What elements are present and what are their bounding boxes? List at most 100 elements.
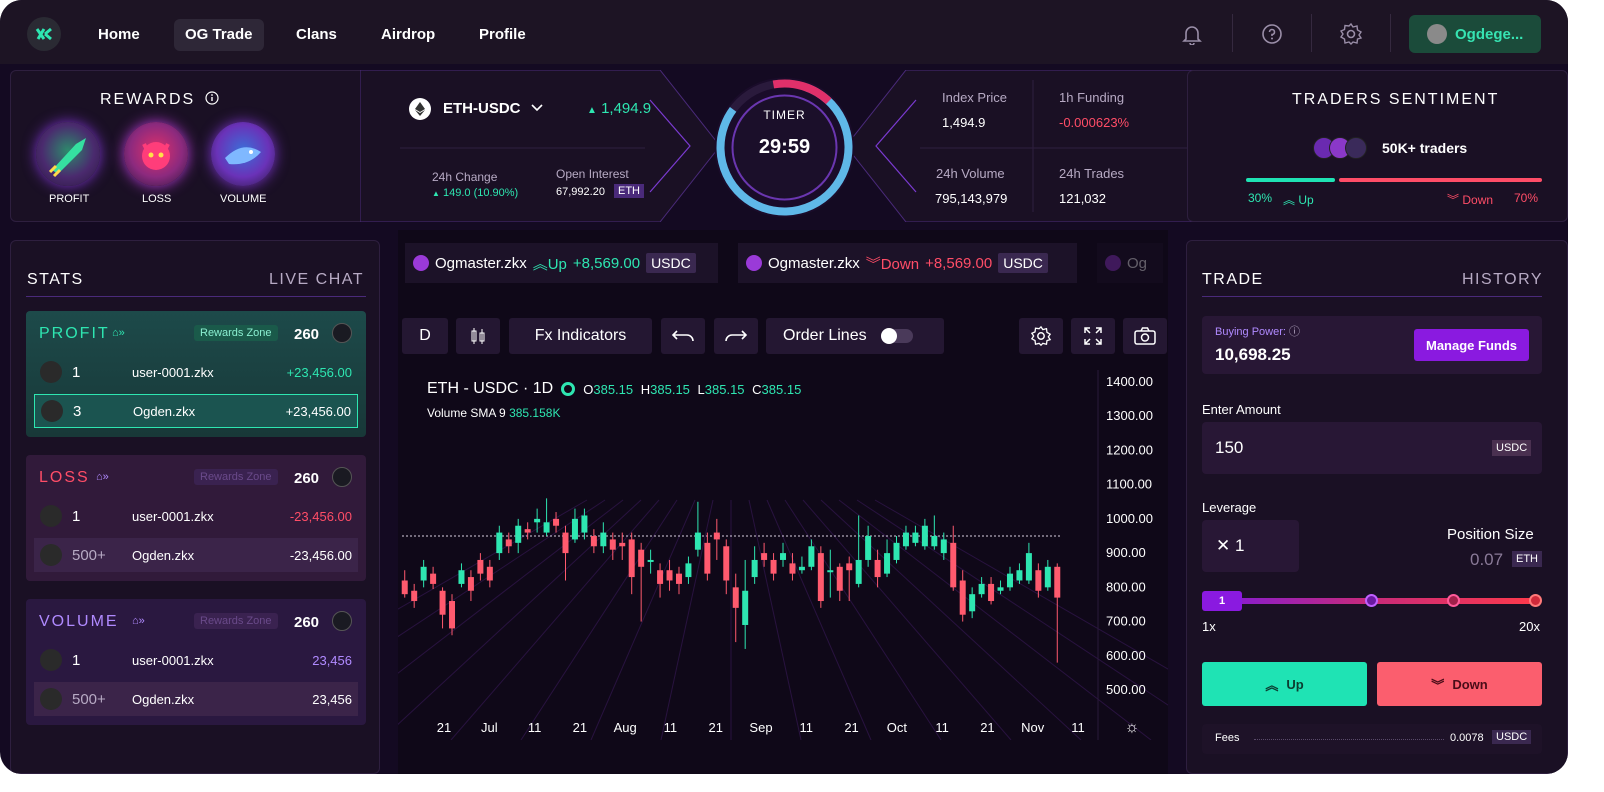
change-value: ▲ 149.0 (10.90%) [432,187,519,199]
nav-airdrop[interactable]: Airdrop [381,19,435,51]
app-logo[interactable] [27,17,61,51]
rank: 3 [73,402,82,420]
interval-button[interactable]: D [402,318,448,354]
table-row-self[interactable]: 3 Ogden.zkx +23,456.00 [34,394,358,428]
redo-icon [725,330,748,342]
traders-count: 50K+ traders [1382,140,1468,156]
ticker-user: Ogmaster.zkx [435,254,527,272]
volume-24h-value: 795,143,979 [935,191,1008,206]
candle-body [884,553,891,574]
screenshot-button[interactable] [1123,318,1167,354]
tab-live-chat[interactable]: LIVE CHAT [269,271,364,289]
x-tick-label: 11 [800,720,814,735]
down-button[interactable]: ︾ Down [1377,662,1542,706]
leverage-slider-handle[interactable]: 1 [1202,591,1242,611]
trades-24h-value: 121,032 [1059,191,1106,206]
order-lines-toggle[interactable]: Order Lines [766,318,944,354]
y-tick-label: 600.00 [1106,648,1146,663]
redo-button[interactable] [714,318,758,354]
user-account-button[interactable]: Ogdege... [1409,15,1541,53]
candlestick-chart[interactable]: 1400.00 1300.00 1200.00 1100.00 1000.00 900.0… [398,370,1168,740]
tab-stats[interactable]: STATS [27,271,84,289]
ticker-direction: ︽Up [532,255,567,273]
nav-clans[interactable]: Clans [296,19,337,51]
candle-body [808,546,815,567]
candle-body [978,583,985,595]
y-tick-label: 700.00 [1106,614,1146,629]
candle-body [874,559,881,578]
sentiment-down-bar [1339,178,1542,182]
table-row[interactable]: 1 user-0001.zkx 23,456 [34,643,358,677]
leverage-value[interactable]: ✕ 1 [1216,536,1244,556]
undo-button[interactable] [661,318,705,354]
nav-og-trade[interactable]: OG Trade [174,19,264,51]
leverage-input[interactable]: ✕ 1 [1202,520,1299,572]
candle-body [571,518,578,540]
table-row-self[interactable]: 500+ Ogden.zkx -23,456.00 [34,538,358,572]
double-chevron-down-icon: ︾ [1431,677,1445,693]
tab-history[interactable]: HISTORY [1462,271,1543,289]
candle-body [1054,566,1061,598]
user-name: Ogden.zkx [133,403,196,419]
slider-max-label: 20x [1519,619,1540,634]
table-row[interactable]: 1 user-0001.zkx -23,456.00 [34,499,358,533]
ticker-amount: +8,569.00 [925,254,993,272]
candle-body [1016,570,1023,581]
tab-trade[interactable]: TRADE [1202,271,1264,289]
settings-gear-icon[interactable] [1337,20,1365,48]
volume-badge-icon[interactable] [211,122,275,186]
candle-body [789,563,796,574]
candle-body [458,570,465,584]
candle-body [770,559,777,574]
indicators-button[interactable]: Fx Indicators [509,318,652,354]
chevron-down-icon[interactable] [530,103,544,113]
fees-value: 0.0078 [1450,732,1484,744]
candles-type-button[interactable] [456,318,500,354]
toggle-knob [880,328,897,344]
loss-badge-icon[interactable] [124,122,188,186]
building-icon[interactable]: ⌂» [132,615,145,627]
nav-divider [1390,14,1391,52]
manage-funds-button[interactable]: Manage Funds [1414,329,1529,361]
help-icon[interactable] [1258,20,1286,48]
candle-body [1044,566,1051,588]
table-row-self[interactable]: 500+ Ogden.zkx 23,456 [34,682,358,716]
nav-profile[interactable]: Profile [479,19,526,51]
candle-body [950,542,957,588]
rewards-zone-badge: Rewards Zone [194,613,278,629]
x-tick-label: 21 [980,720,994,735]
avatar [40,544,62,566]
toggle-switch[interactable] [880,328,913,344]
slider-stop[interactable] [1365,594,1378,607]
candle-body [439,590,446,615]
candle-body [675,573,682,584]
candle-body [836,566,843,591]
position-size-value: 0.07 [1470,550,1504,569]
slider-stop[interactable] [1529,594,1542,607]
nav-home[interactable]: Home [98,19,140,51]
building-icon[interactable]: ⌂» [112,327,125,339]
chart-settings-button[interactable] [1019,318,1063,354]
slider-stop[interactable] [1447,594,1460,607]
table-row[interactable]: 1 user-0001.zkx +23,456.00 [34,355,358,389]
bell-icon[interactable] [1178,20,1206,48]
trades-24h-label: 24h Trades [1059,166,1125,181]
building-icon[interactable]: ⌂» [96,471,109,483]
profit-badge-icon[interactable] [36,122,100,186]
candle-body [893,542,900,560]
avatar [1427,24,1447,44]
amount-value[interactable]: 150 [1215,438,1243,458]
pair-selector[interactable]: ETH-USDC [443,100,521,117]
theme-sun-icon[interactable]: ☼ [1125,719,1140,736]
fullscreen-button[interactable] [1071,318,1115,354]
sentiment-up-pct: 30% [1248,191,1273,205]
ticker-amount: +8,569.00 [572,254,641,272]
ticker-unit: USDC [998,253,1048,273]
candle-body [959,580,966,615]
amount-input[interactable]: 150 USDC [1202,422,1542,474]
y-tick-label: 1400.00 [1106,374,1153,389]
candle-body [713,532,720,540]
volume-badge-label: VOLUME [220,193,267,205]
up-button[interactable]: ︽ Up [1202,662,1367,706]
loss-badge-label: LOSS [142,193,172,205]
